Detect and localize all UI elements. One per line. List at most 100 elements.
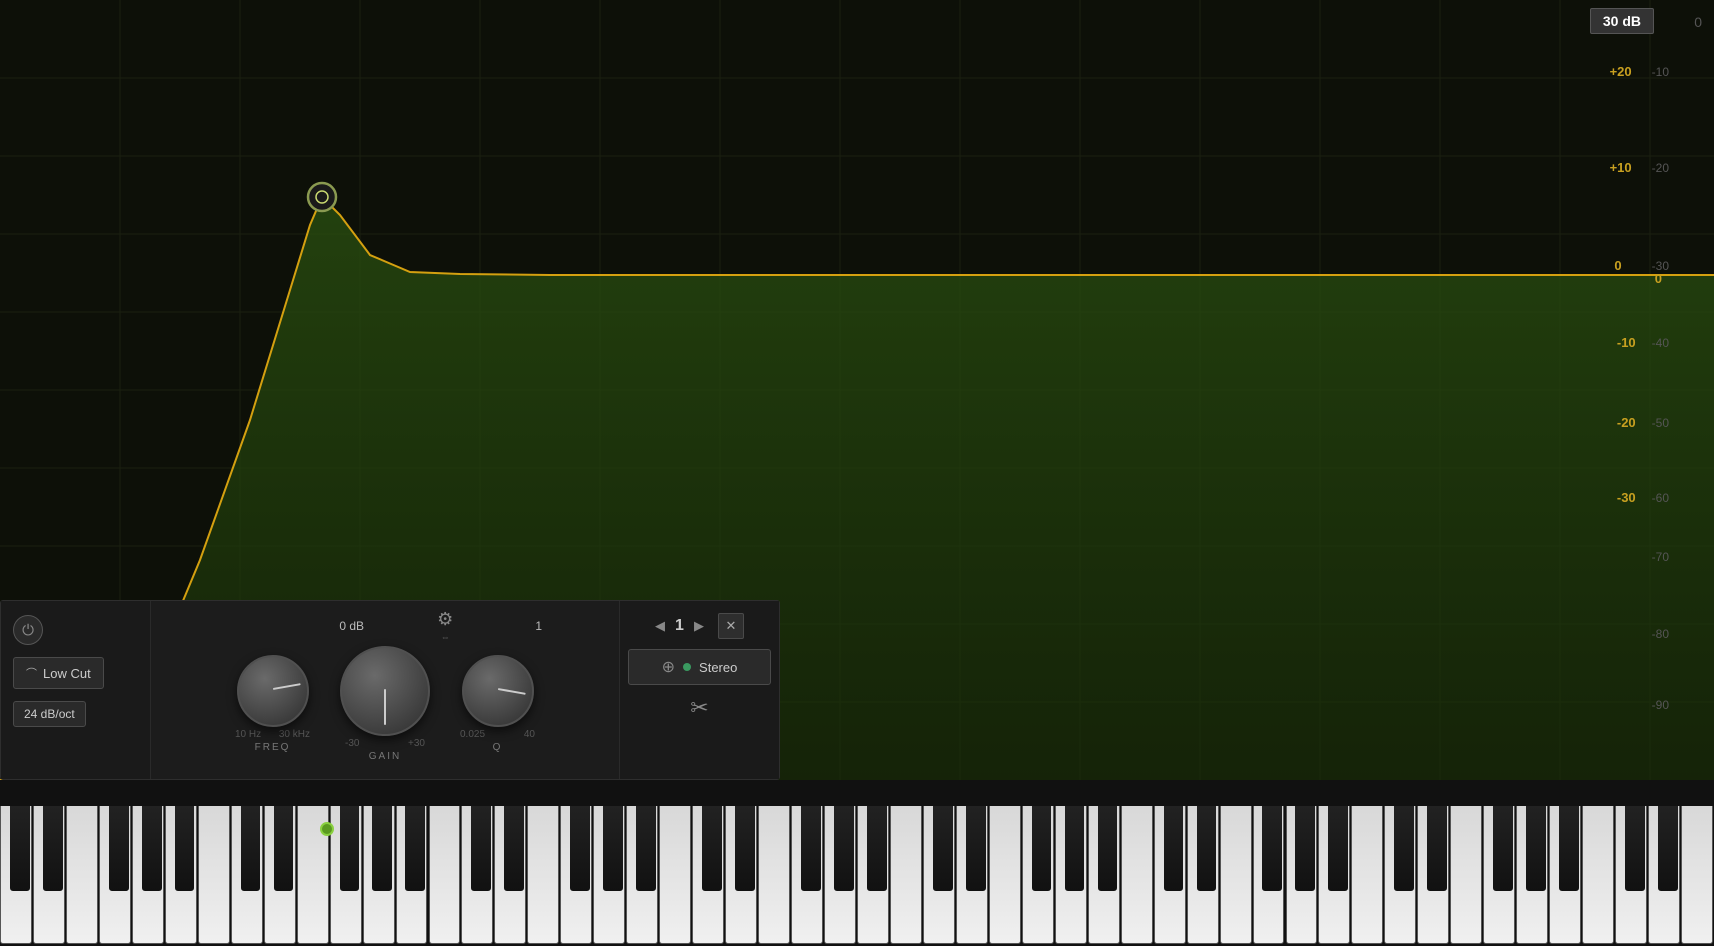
gain-range: -30 +30	[345, 738, 425, 749]
gain-value-label: 0 dB	[317, 619, 387, 633]
piano-black-key[interactable]	[405, 806, 425, 891]
band-prev-button[interactable]: ◀	[655, 618, 665, 634]
scale-yellow-minus10: -10	[1617, 335, 1636, 350]
piano-black-key[interactable]	[1526, 806, 1546, 891]
piano-white-key[interactable]	[198, 806, 230, 944]
piano-black-key[interactable]	[1625, 806, 1645, 891]
q-knob[interactable]	[462, 655, 534, 727]
piano-black-key[interactable]	[340, 806, 360, 891]
scale-gray-minus40: -40	[1652, 336, 1669, 350]
freq-min: 10 Hz	[235, 729, 261, 740]
power-button[interactable]: ⏻	[13, 615, 43, 645]
piano-container[interactable]	[0, 806, 1714, 946]
scale-gray-minus80: -80	[1652, 627, 1669, 641]
piano-black-key[interactable]	[274, 806, 294, 891]
gain-min: -30	[345, 738, 359, 749]
piano-black-key[interactable]	[867, 806, 887, 891]
piano-black-key[interactable]	[43, 806, 63, 891]
band-next-button[interactable]: ▶	[694, 618, 704, 634]
scissors-button[interactable]: ✂	[690, 695, 708, 721]
close-icon: ✕	[726, 618, 737, 634]
piano-black-key[interactable]	[1098, 806, 1118, 891]
power-icon: ⏻	[22, 622, 34, 639]
piano-black-key[interactable]	[372, 806, 392, 891]
piano-black-key[interactable]	[1032, 806, 1052, 891]
scale-gray-minus90: -90	[1652, 698, 1669, 712]
close-button[interactable]: ✕	[718, 613, 744, 639]
scale-yellow-minus30: -30	[1617, 490, 1636, 505]
piano-white-key[interactable]	[758, 806, 790, 944]
gain-axis-label: GAIN	[369, 751, 401, 762]
q-axis-label: Q	[493, 742, 503, 753]
piano-black-key[interactable]	[801, 806, 821, 891]
zero-indicator: 0	[1655, 271, 1662, 286]
band-and-right-section: ◀ 1 ▶ ✕ ⊕ Stereo ✂	[619, 601, 779, 779]
piano-white-key[interactable]	[1351, 806, 1383, 944]
db-display-button[interactable]: 30 dB	[1590, 8, 1654, 34]
scale-yellow-plus10: +10	[1610, 160, 1632, 175]
scale-gray-minus10: -10	[1652, 65, 1669, 79]
stereo-label: Stereo	[699, 660, 737, 675]
q-value-label: 1	[504, 619, 574, 633]
piano-black-key[interactable]	[1164, 806, 1184, 891]
freq-knob-indicator	[272, 683, 300, 690]
db-zero-label: 0	[1694, 14, 1702, 30]
gain-knob[interactable]	[340, 646, 430, 736]
piano-white-key[interactable]	[659, 806, 691, 944]
piano-white-key[interactable]	[989, 806, 1021, 944]
q-range: 0.025 40	[460, 729, 535, 740]
piano-black-key[interactable]	[603, 806, 623, 891]
piano-black-key[interactable]	[1197, 806, 1217, 891]
piano-white-key[interactable]	[527, 806, 559, 944]
piano-black-key[interactable]	[471, 806, 491, 891]
gear-icon[interactable]: ⚙	[437, 609, 453, 630]
eq-control-point[interactable]	[308, 183, 336, 211]
piano-black-key[interactable]	[1493, 806, 1513, 891]
piano-white-key[interactable]	[890, 806, 922, 944]
knob-values-row: 0 dB ⚙ ⇔ 1	[161, 609, 609, 642]
piano-white-key[interactable]	[1220, 806, 1252, 944]
piano-white-key[interactable]	[1681, 806, 1713, 944]
piano-indicator-dot	[320, 822, 334, 836]
piano-black-key[interactable]	[1658, 806, 1678, 891]
piano-white-key[interactable]	[1582, 806, 1614, 944]
filter-section: ⏻ ⌒ Low Cut 24 dB/oct	[1, 601, 151, 779]
piano-black-key[interactable]	[1295, 806, 1315, 891]
piano-white-key[interactable]	[429, 806, 461, 944]
stereo-button[interactable]: ⊕ Stereo	[628, 649, 771, 685]
piano-black-key[interactable]	[834, 806, 854, 891]
q-knob-group: 0.025 40 Q	[460, 655, 535, 753]
slope-label: 24 dB/oct	[24, 707, 75, 721]
piano-black-key[interactable]	[241, 806, 261, 891]
piano-black-key[interactable]	[175, 806, 195, 891]
piano-black-key[interactable]	[933, 806, 953, 891]
piano-black-key[interactable]	[1328, 806, 1348, 891]
piano-black-key[interactable]	[1262, 806, 1282, 891]
freq-max: 30 kHz	[279, 729, 310, 740]
scale-yellow-minus20: -20	[1617, 415, 1636, 430]
piano-black-key[interactable]	[570, 806, 590, 891]
piano-black-key[interactable]	[10, 806, 30, 891]
q-knob-indicator	[497, 688, 525, 695]
gear-section: ⚙ ⇔	[437, 609, 453, 642]
link-icon: ⊕	[662, 657, 675, 677]
piano-white-key[interactable]	[1121, 806, 1153, 944]
piano-black-key[interactable]	[735, 806, 755, 891]
piano-black-key[interactable]	[109, 806, 129, 891]
knobs-row: 10 Hz 30 kHz FREQ -30 +30 GAIN	[235, 646, 535, 762]
filter-type-label: Low Cut	[43, 666, 91, 681]
piano-black-key[interactable]	[1559, 806, 1579, 891]
piano-black-key[interactable]	[1065, 806, 1085, 891]
slope-button[interactable]: 24 dB/oct	[13, 701, 86, 727]
piano-white-key[interactable]	[1450, 806, 1482, 944]
piano-black-key[interactable]	[142, 806, 162, 891]
piano-black-key[interactable]	[702, 806, 722, 891]
piano-black-key[interactable]	[1394, 806, 1414, 891]
piano-black-key[interactable]	[1427, 806, 1447, 891]
piano-white-key[interactable]	[66, 806, 98, 944]
freq-knob[interactable]	[237, 655, 309, 727]
piano-black-key[interactable]	[636, 806, 656, 891]
piano-black-key[interactable]	[504, 806, 524, 891]
filter-type-button[interactable]: ⌒ Low Cut	[13, 657, 104, 689]
piano-black-key[interactable]	[966, 806, 986, 891]
